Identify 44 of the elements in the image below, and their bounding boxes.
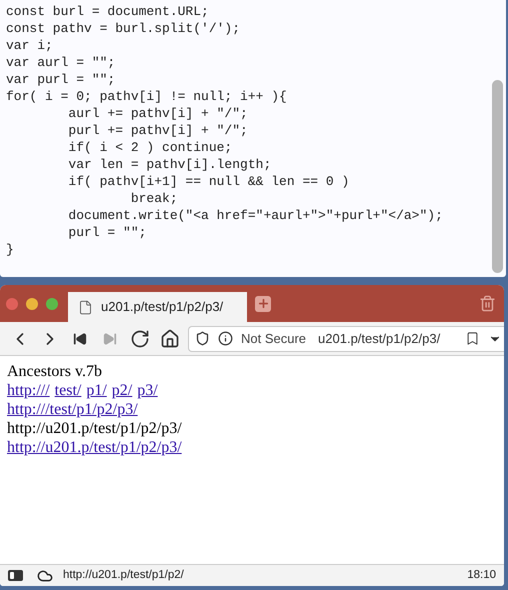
scrollbar-thumb[interactable] bbox=[492, 80, 503, 273]
code-line: var aurl = ""; bbox=[6, 54, 116, 71]
address-bar[interactable]: Not Secure u201.p/test/p1/p2/p3/ bbox=[188, 326, 504, 352]
page-link[interactable]: p3/ bbox=[137, 381, 158, 400]
code-line: var len = pathv[i].length; bbox=[67, 156, 272, 173]
first-icon bbox=[73, 332, 87, 346]
page-icon bbox=[78, 300, 93, 314]
page-text: Ancestors v.7b bbox=[7, 362, 102, 381]
sidebar-toggle-icon[interactable] bbox=[8, 570, 23, 581]
browser-tab[interactable]: u201.p/test/p1/p2/p3/ bbox=[68, 292, 247, 322]
home-icon bbox=[160, 328, 180, 348]
page-link[interactable]: http:///test/p1/p2/p3/ bbox=[7, 400, 138, 419]
reload-icon bbox=[130, 328, 150, 348]
page-link[interactable]: http:/// bbox=[7, 381, 50, 400]
page-link[interactable]: p2/ bbox=[112, 381, 132, 400]
page-link[interactable]: p1/ bbox=[86, 381, 107, 400]
code-line: if( pathv[i+1] == null && len == 0 ) bbox=[67, 173, 350, 190]
last-icon bbox=[103, 332, 117, 346]
minimize-window-button[interactable] bbox=[26, 298, 38, 310]
page-link[interactable]: http://u201.p/test/p1/p2/p3/ bbox=[7, 438, 182, 457]
code-line: if( i < 2 ) continue; bbox=[67, 139, 232, 156]
code-line: aurl += pathv[i] + "/"; bbox=[67, 105, 248, 122]
code-line: for( i = 0; pathv[i] != null; i++ ){ bbox=[6, 88, 287, 105]
code-line: var purl = ""; bbox=[6, 71, 116, 88]
code-line: purl += pathv[i] + "/"; bbox=[67, 122, 248, 139]
page-text: http://u201.p/test/p1/p2/p3/ bbox=[7, 419, 182, 438]
clock-text: 18:10 bbox=[467, 568, 496, 583]
security-label: Not Secure bbox=[241, 330, 306, 348]
page-link[interactable]: test/ bbox=[54, 381, 82, 400]
code-line: break; bbox=[130, 190, 178, 207]
info-icon bbox=[218, 331, 233, 346]
shield-icon bbox=[195, 331, 210, 346]
code-line: } bbox=[6, 241, 14, 258]
code-line: const pathv = burl.split('/'); bbox=[6, 20, 240, 37]
url-text: u201.p/test/p1/p2/p3/ bbox=[318, 330, 440, 348]
code-line: document.write("<a href="+aurl+">"+purl+"</a>"); bbox=[67, 207, 443, 224]
status-url: http://u201.p/test/p1/p2/ bbox=[63, 568, 184, 583]
bookmark-icon[interactable] bbox=[465, 331, 480, 346]
trash-icon[interactable] bbox=[479, 295, 496, 312]
new-tab-button[interactable] bbox=[255, 296, 271, 312]
cloud-icon[interactable] bbox=[37, 568, 53, 584]
code-line: var i; bbox=[6, 37, 53, 54]
code-line: const burl = document.URL; bbox=[6, 3, 209, 20]
code-line: purl = ""; bbox=[67, 224, 146, 241]
